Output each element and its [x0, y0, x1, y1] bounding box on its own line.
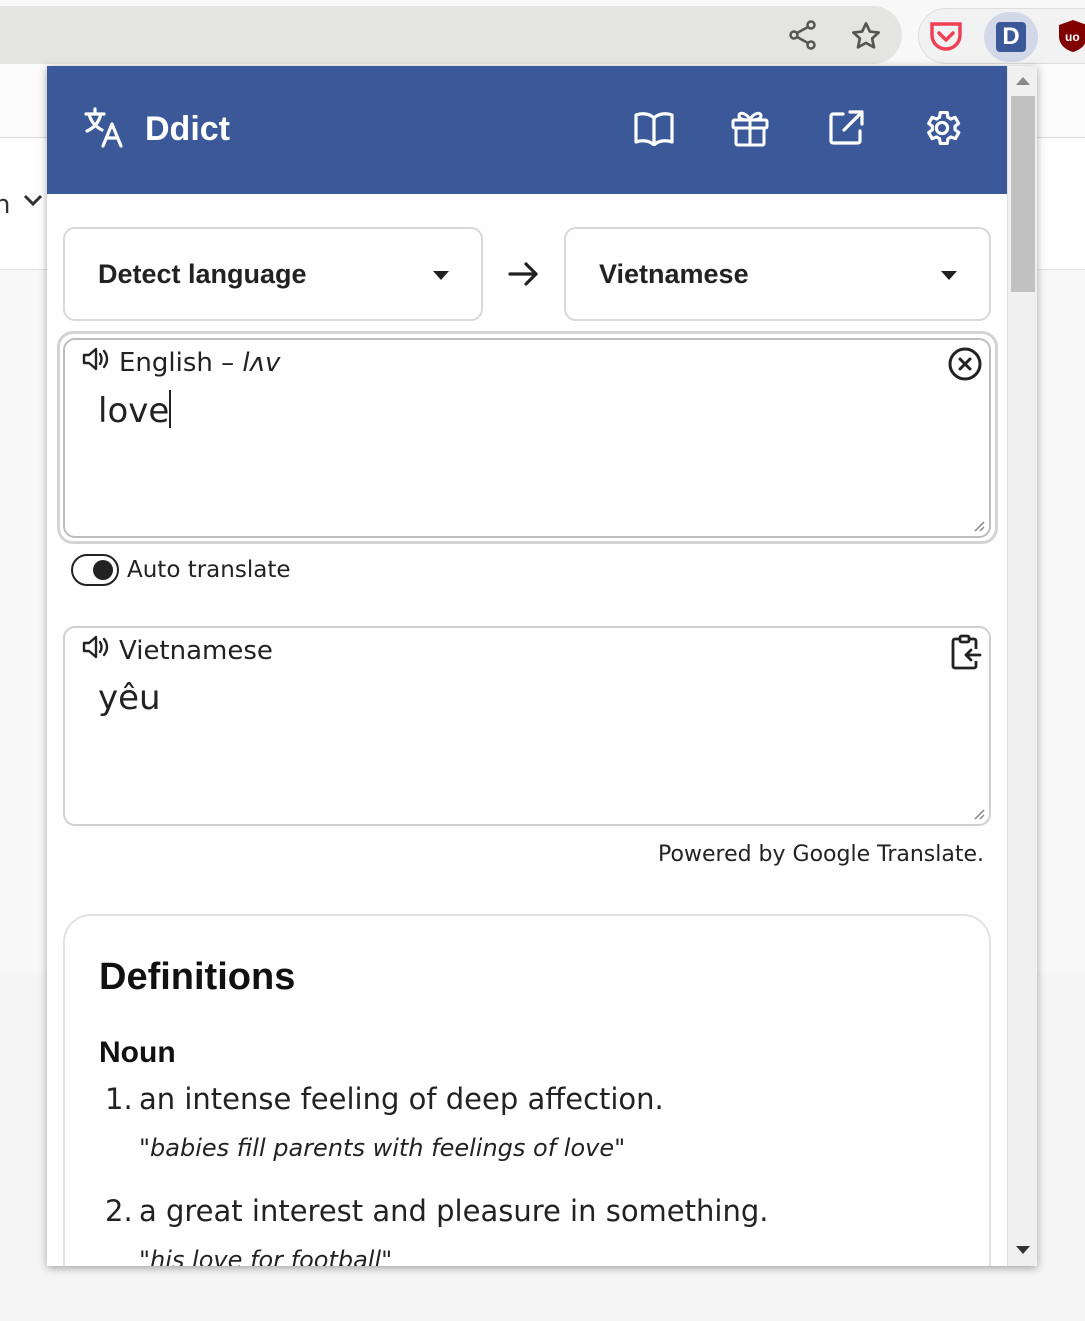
definition-item: 2. a great interest and pleasure in somet…	[105, 1194, 769, 1228]
definitions-title: Definitions	[99, 956, 296, 998]
speaker-icon[interactable]	[81, 346, 111, 379]
source-text-value[interactable]: love	[98, 390, 172, 431]
definition-item: 1. an intense feeling of deep affection.	[105, 1082, 664, 1116]
source-language-select[interactable]: Detect language	[63, 227, 483, 321]
part-of-speech: Noun	[99, 1036, 176, 1069]
popup-header: Ddict	[47, 66, 1007, 194]
source-phonetic: lʌv	[242, 347, 281, 378]
scroll-down-arrow[interactable]	[1016, 1246, 1030, 1254]
resize-handle-icon[interactable]	[971, 518, 985, 532]
gift-icon	[730, 108, 770, 152]
source-language-value: Detect language	[98, 258, 307, 289]
definition-example: "babies fill parents with feelings of lo…	[139, 1134, 626, 1162]
definition-example: "his love for football"	[139, 1246, 393, 1266]
popup-scrollbar[interactable]	[1007, 66, 1037, 1266]
share-icon[interactable]	[786, 18, 820, 52]
target-language-select[interactable]: Vietnamese	[564, 227, 991, 321]
scroll-up-arrow[interactable]	[1016, 77, 1030, 85]
bookmark-star-icon[interactable]	[848, 18, 884, 54]
speaker-icon[interactable]	[81, 634, 111, 667]
svg-text:uo: uo	[1065, 30, 1080, 44]
translation-text: yêu	[98, 678, 161, 718]
source-label: English – lʌv	[81, 346, 280, 379]
book-icon	[633, 110, 675, 150]
pocket-icon[interactable]	[928, 18, 964, 54]
translate-icon	[83, 106, 125, 152]
source-text-area[interactable]: English – lʌv love	[63, 338, 991, 538]
app-title: Ddict	[145, 109, 230, 148]
swap-arrow-icon[interactable]	[507, 258, 541, 294]
clear-button[interactable]	[947, 346, 983, 386]
scroll-thumb[interactable]	[1011, 96, 1035, 292]
gear-icon	[921, 107, 963, 153]
page-nav-text: n	[0, 190, 11, 220]
translation-output[interactable]: Vietnamese yêu	[63, 626, 991, 826]
toggle-knob	[93, 560, 113, 580]
output-language-label: Vietnamese	[119, 635, 273, 666]
output-label: Vietnamese	[81, 634, 273, 667]
chevron-down-icon[interactable]	[22, 190, 44, 214]
open-in-new-button[interactable]	[824, 108, 868, 152]
settings-button[interactable]	[920, 108, 964, 152]
ddict-extension-icon[interactable]: D	[984, 12, 1038, 62]
external-link-icon	[827, 109, 865, 151]
brand: Ddict	[83, 106, 230, 152]
definitions-card: Definitions Noun 1. an intense feeling of…	[63, 914, 991, 1266]
gift-button[interactable]	[728, 108, 772, 152]
dictionary-button[interactable]	[632, 108, 676, 152]
target-language-value: Vietnamese	[599, 258, 749, 289]
ddict-popup: Ddict Detect language Vietnamese English…	[47, 66, 1037, 1266]
powered-by-text: Powered by Google Translate.	[658, 842, 984, 867]
ublock-icon[interactable]: uo	[1058, 18, 1085, 54]
source-language-label: English –	[119, 347, 243, 378]
copy-button[interactable]	[949, 634, 983, 674]
resize-handle-icon[interactable]	[971, 806, 985, 820]
auto-translate-toggle[interactable]	[71, 554, 119, 586]
address-bar[interactable]	[0, 6, 902, 64]
close-circle-icon	[947, 347, 983, 386]
auto-translate-label: Auto translate	[127, 557, 291, 583]
caret-down-icon	[941, 271, 957, 280]
caret-down-icon	[433, 271, 449, 280]
clipboard-copy-icon	[949, 634, 983, 674]
